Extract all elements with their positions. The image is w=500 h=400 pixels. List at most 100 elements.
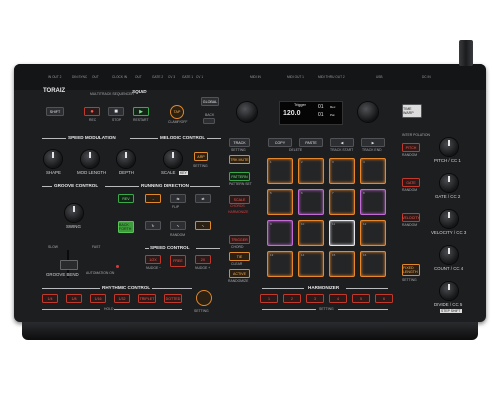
depth-knob[interactable] [117,150,135,168]
divide-sub: STEP SHIFT [440,309,462,313]
paste-button[interactable]: PASTE [299,138,323,147]
pad-10[interactable]: 10 [298,220,324,246]
speed-half-button[interactable]: 1/2X [145,255,161,264]
pad-7[interactable]: 7 [329,189,355,215]
scale-button[interactable]: SCALE [229,195,250,204]
pad-2[interactable]: 2 [298,158,324,184]
dir-button-4[interactable]: ↻ [145,221,161,230]
dir-button-2[interactable]: ⇆ [170,194,186,203]
automation-label: AUTOMATION ON [86,271,115,275]
rhythm-button-3[interactable]: 1/16 [90,294,106,303]
trigger-sub: CHORD [231,245,244,249]
screen-mode: Trigger [294,103,306,107]
pad-5[interactable]: 5 [267,189,293,215]
swing-knob[interactable] [65,204,83,222]
rhythmic-setting-label: SETTING [194,309,209,313]
shift-button[interactable]: SHIFT [46,107,64,116]
scale-knob[interactable] [164,150,182,168]
time-warp-button[interactable]: TIME WARP [402,104,422,118]
dir-button-5[interactable]: ∿ [170,221,186,230]
divider [42,138,66,139]
speed-2x-button[interactable]: 2X [195,255,211,264]
port-label: OUT [92,75,99,79]
pad-4[interactable]: 4 [360,158,386,184]
main-encoder-knob[interactable] [237,102,257,122]
shape-knob[interactable] [44,150,62,168]
right-arrow-button[interactable]: ▶ [361,138,385,147]
pad-number: 9 [270,222,272,226]
count-knob[interactable] [440,246,458,264]
harmonizer-button-6[interactable]: 6 [375,294,393,303]
section-melodic: MELODIC CONTROL [160,135,206,140]
pad-3[interactable]: 3 [329,158,355,184]
dir-button-3[interactable]: ⇄ [195,194,211,203]
rec-button[interactable]: ● [84,107,100,116]
active-button[interactable]: ACTIVE [229,269,250,278]
global-button[interactable]: GLOBAL [201,97,219,106]
pad-14[interactable]: 14 [298,251,324,277]
pad-number: 4 [363,160,365,164]
track-button[interactable]: TRACK [229,138,250,147]
pad-13[interactable]: 13 [267,251,293,277]
pad-9[interactable]: 9 [267,220,293,246]
gate-knob[interactable] [440,174,458,192]
pad-1[interactable]: 1 [267,158,293,184]
pad-15[interactable]: 15 [329,251,355,277]
rhythm-button-6[interactable]: DOTTED [164,294,182,303]
pad-number: 2 [301,160,303,164]
copy-button[interactable]: COPY [268,138,292,147]
harmonizer-button-4[interactable]: 4 [329,294,347,303]
screen-bpm: 120.0 [283,110,301,117]
dir-button-1[interactable]: → [145,194,161,203]
harmonizer-button-5[interactable]: 5 [352,294,370,303]
pad-number: 12 [363,222,367,226]
rhythm-button-4[interactable]: 1/32 [114,294,130,303]
back-forth-button[interactable]: BACK FORTH [118,221,134,233]
trk-mute-button[interactable]: TRK MUTE [229,155,250,164]
value-encoder-knob[interactable] [358,102,378,122]
play-button[interactable]: ▶ [133,107,149,116]
slider-cap[interactable] [60,260,78,270]
pitch-knob[interactable] [440,138,458,156]
stop-button[interactable]: ■ [108,107,124,116]
port-label: USB [376,75,383,79]
pad-12[interactable]: 12 [360,220,386,246]
gate-button[interactable]: GATE [402,178,420,187]
speed-free-button[interactable]: FREE [170,255,186,267]
pad-8[interactable]: 8 [360,189,386,215]
pitch-button[interactable]: PITCH [402,143,420,152]
arp-button[interactable]: ARP [194,152,208,161]
pattern-button[interactable]: PATTERN [229,172,250,181]
pad-number: 5 [270,191,272,195]
fixed-length-button[interactable]: FIXED LENGTH [402,264,420,276]
harmonizer-button-2[interactable]: 2 [283,294,301,303]
left-arrow-button[interactable]: ◀ [330,138,354,147]
interpolation-label: INTER POLATION [402,133,431,137]
power-knob[interactable] [459,40,473,66]
rev-button[interactable]: REV [118,194,134,203]
divide-knob[interactable] [440,282,458,300]
harmonizer-button-3[interactable]: 3 [306,294,324,303]
velocity-knob[interactable] [440,210,458,228]
pad-11[interactable]: 11 [329,220,355,246]
back-button[interactable] [203,118,215,124]
rhythm-button-5[interactable]: TRIPLET [138,294,156,303]
mod-length-knob[interactable] [81,150,99,168]
rhythm-button-1[interactable]: 1/4 [42,294,58,303]
velocity-button[interactable]: VELOCITY [402,213,420,222]
pad-number: 8 [363,191,365,195]
rhythm-hold-button[interactable] [196,290,212,306]
pad-6[interactable]: 6 [298,189,324,215]
pad-number: 10 [301,222,305,226]
dir-button-6[interactable]: ∿ [195,221,211,230]
port-label: DIN SYNC [72,75,88,79]
count-knob-label: COUNT / CC 4 [434,266,464,271]
port-label: DC IN [422,75,431,79]
section-speed-mod: SPEED MODULATION [68,135,116,140]
tie-button[interactable]: TIE [229,252,250,261]
trigger-button[interactable]: TRIGGER [229,235,250,244]
tap-button[interactable]: TAP [170,105,184,119]
harmonizer-button-1[interactable]: 1 [260,294,278,303]
rhythm-button-2[interactable]: 1/8 [66,294,82,303]
pad-16[interactable]: 16 [360,251,386,277]
